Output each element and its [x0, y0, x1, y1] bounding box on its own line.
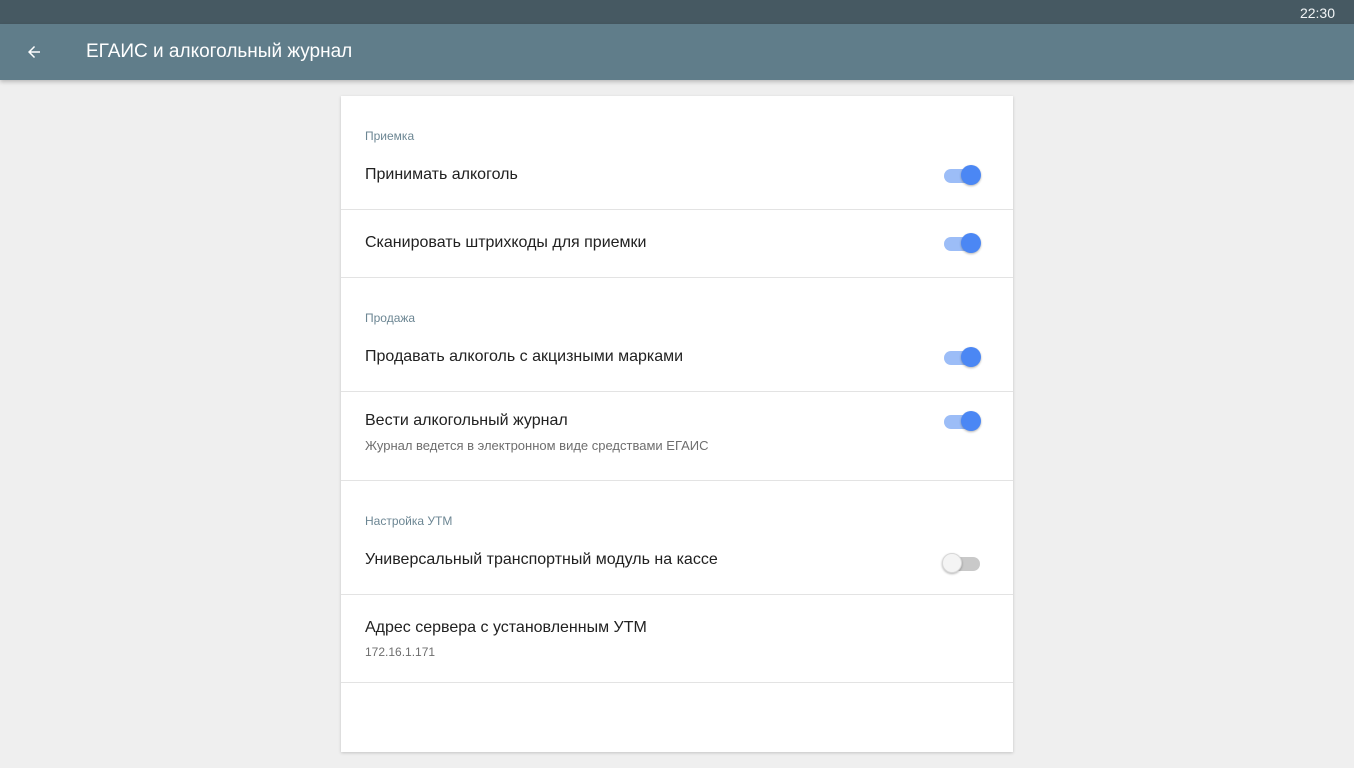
- setting-title: Адрес сервера с установленным УТМ: [365, 619, 647, 636]
- app-bar: ЕГАИС и алкогольный журнал: [0, 24, 1354, 80]
- scan-barcodes-switch[interactable]: [944, 232, 982, 254]
- sell-excise-switch[interactable]: [944, 346, 982, 368]
- back-button[interactable]: [18, 36, 50, 68]
- setting-row-utm-on-register[interactable]: Универсальный транспортный модуль на кас…: [341, 527, 1013, 595]
- switch-thumb: [961, 165, 981, 185]
- server-address-value: 172.16.1.171: [365, 645, 436, 659]
- page-title: ЕГАИС и алкогольный журнал: [86, 41, 353, 62]
- section-header-sales: Продажа: [365, 311, 416, 325]
- accept-alcohol-switch[interactable]: [944, 164, 982, 186]
- setting-title: Сканировать штрихкоды для приемки: [365, 234, 647, 251]
- section-header-utm: Настройка УТМ: [365, 514, 453, 528]
- switch-thumb: [961, 411, 981, 431]
- setting-title: Принимать алкоголь: [365, 166, 518, 183]
- setting-title: Вести алкогольный журнал: [365, 412, 568, 429]
- setting-title: Универсальный транспортный модуль на кас…: [365, 551, 718, 568]
- setting-row-accept-alcohol[interactable]: Принимать алкоголь: [341, 142, 1013, 210]
- setting-subtitle: Журнал ведется в электронном виде средст…: [365, 438, 709, 453]
- switch-thumb: [961, 347, 981, 367]
- keep-journal-switch[interactable]: [944, 410, 982, 432]
- setting-row-scan-barcodes[interactable]: Сканировать штрихкоды для приемки: [341, 210, 1013, 278]
- setting-row-keep-journal[interactable]: Вести алкогольный журнал Журнал ведется …: [341, 392, 1013, 481]
- status-bar: 22:30: [0, 0, 1354, 24]
- setting-row-sell-excise[interactable]: Продавать алкоголь с акцизными марками: [341, 324, 1013, 392]
- arrow-left-icon: [28, 46, 40, 58]
- utm-on-register-switch[interactable]: [942, 552, 982, 574]
- section-header-receiving: Приемка: [365, 129, 415, 143]
- setting-row-server-address[interactable]: Адрес сервера с установленным УТМ 172.16…: [341, 595, 1013, 683]
- setting-title: Продавать алкоголь с акцизными марками: [365, 348, 684, 365]
- status-time: 22:30: [1299, 5, 1335, 21]
- switch-thumb: [942, 553, 962, 573]
- switch-thumb: [961, 233, 981, 253]
- settings-card: Приемка Принимать алкоголь Сканировать ш…: [341, 96, 1013, 752]
